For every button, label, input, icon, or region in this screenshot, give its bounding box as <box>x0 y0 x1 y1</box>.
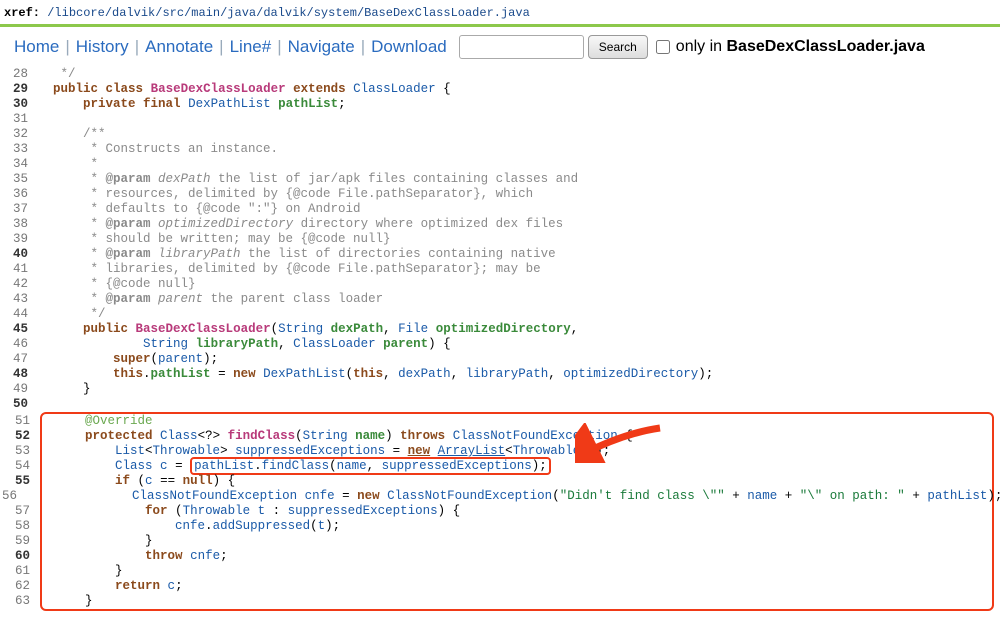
path-seg[interactable]: dalvik <box>263 6 306 20</box>
highlight-box: 51 @Override 52 protected Class<?> findC… <box>40 412 994 611</box>
path-seg[interactable]: dalvik <box>112 6 155 20</box>
path-seg[interactable]: BaseDexClassLoader.java <box>364 6 530 20</box>
nav-home[interactable]: Home <box>8 37 65 57</box>
line-number[interactable]: 47 <box>0 352 38 367</box>
line-number[interactable]: 36 <box>0 187 38 202</box>
line-number[interactable]: 43 <box>0 292 38 307</box>
path-seg[interactable]: libcore <box>54 6 104 20</box>
toolbar: Home| History| Annotate| Line#| Navigate… <box>0 27 1000 67</box>
line-number[interactable]: 28 <box>0 67 38 82</box>
nav-history[interactable]: History <box>70 37 135 57</box>
path-seg[interactable]: / <box>105 6 112 20</box>
nav-download[interactable]: Download <box>365 37 453 57</box>
line-number[interactable]: 46 <box>0 337 38 352</box>
line-number[interactable]: 30 <box>0 97 38 112</box>
line-number[interactable]: 60 <box>2 549 40 564</box>
line-number[interactable]: 41 <box>0 262 38 277</box>
search-input[interactable] <box>459 35 584 59</box>
line-number[interactable]: 40 <box>0 247 38 262</box>
line-number[interactable]: 58 <box>2 519 40 534</box>
line-number[interactable]: 55 <box>2 474 40 489</box>
line-number[interactable]: 49 <box>0 382 38 397</box>
line-number[interactable]: 62 <box>2 579 40 594</box>
nav-annotate[interactable]: Annotate <box>139 37 219 57</box>
line-number[interactable]: 52 <box>2 429 40 444</box>
search-button[interactable]: Search <box>588 35 648 59</box>
path-seg[interactable]: src <box>162 6 184 20</box>
breadcrumb: xref: /libcore/dalvik/src/main/java/dalv… <box>0 0 1000 24</box>
path-seg[interactable]: system <box>314 6 357 20</box>
line-number[interactable]: 32 <box>0 127 38 142</box>
line-number[interactable]: 29 <box>0 82 38 97</box>
line-number[interactable]: 33 <box>0 142 38 157</box>
xref-label: xref: <box>4 6 47 20</box>
line-number[interactable]: 34 <box>0 157 38 172</box>
line-number[interactable]: 48 <box>0 367 38 382</box>
path-seg[interactable]: java <box>227 6 256 20</box>
line-number[interactable]: 44 <box>0 307 38 322</box>
path-seg[interactable]: main <box>191 6 220 20</box>
line-number[interactable]: 53 <box>2 444 40 459</box>
line-number[interactable]: 61 <box>2 564 40 579</box>
line-number[interactable]: 37 <box>0 202 38 217</box>
line-number[interactable]: 59 <box>2 534 40 549</box>
path-seg[interactable]: / <box>307 6 314 20</box>
xref-path: /libcore/dalvik/src/main/java/dalvik/sys… <box>47 6 530 20</box>
line-number[interactable]: 56 <box>2 489 27 504</box>
line-number[interactable]: 39 <box>0 232 38 247</box>
nav-navigate[interactable]: Navigate <box>282 37 361 57</box>
source-code: 28 */ 29 public class BaseDexClassLoader… <box>0 67 1000 619</box>
line-number[interactable]: 63 <box>2 594 40 609</box>
highlight-inline: pathList.findClass(name, suppressedExcep… <box>190 457 551 475</box>
line-number[interactable]: 31 <box>0 112 38 127</box>
only-in-file-label: only in BaseDexClassLoader.java <box>676 38 925 56</box>
line-number[interactable]: 51 <box>2 414 40 429</box>
line-number[interactable]: 42 <box>0 277 38 292</box>
nav-linenum[interactable]: Line# <box>224 37 278 57</box>
line-number[interactable]: 38 <box>0 217 38 232</box>
line-number[interactable]: 54 <box>2 459 40 474</box>
only-in-file-checkbox[interactable] <box>656 40 670 54</box>
line-number[interactable]: 45 <box>0 322 38 337</box>
line-number[interactable]: 50 <box>0 397 38 412</box>
line-number[interactable]: 35 <box>0 172 38 187</box>
line-number[interactable]: 57 <box>2 504 40 519</box>
